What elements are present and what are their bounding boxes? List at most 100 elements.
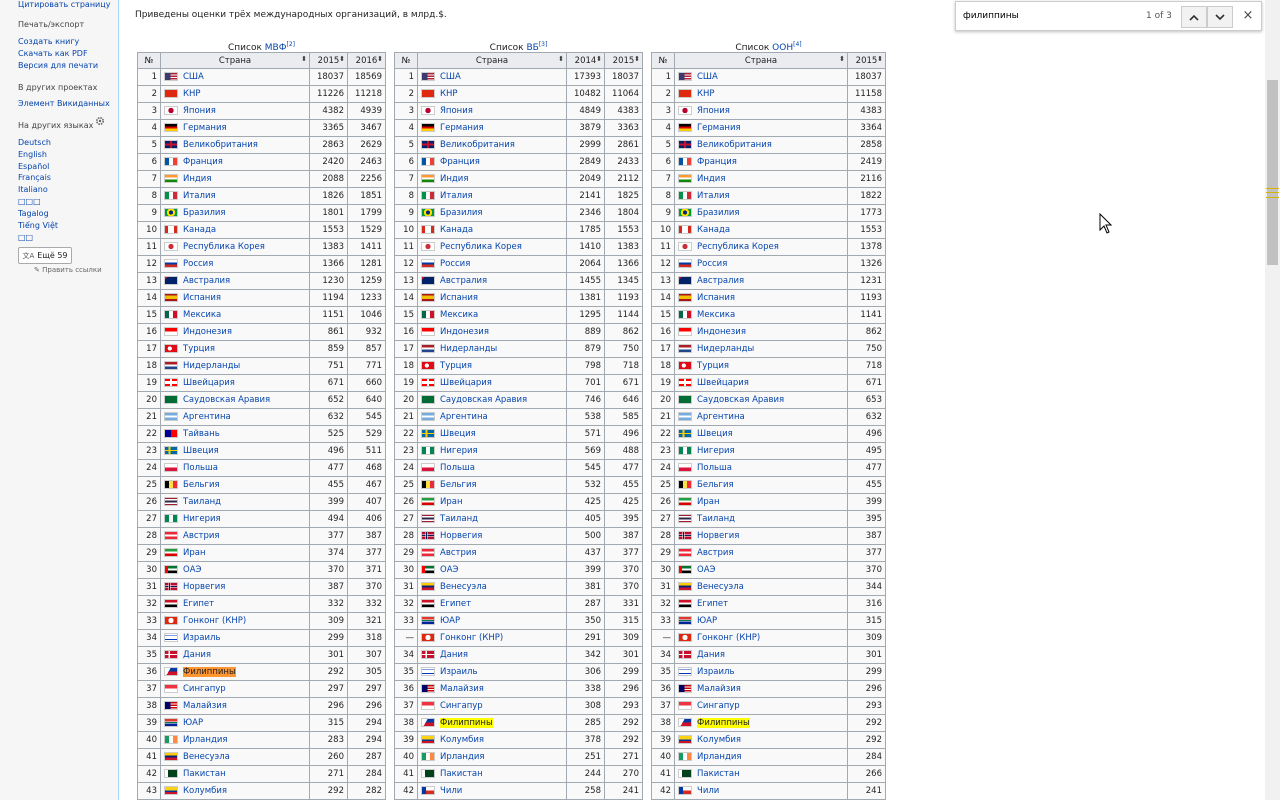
country-link[interactable]: Чили — [697, 786, 719, 796]
country-link[interactable]: Польша — [440, 463, 475, 473]
country-link[interactable]: Венесуэла — [183, 752, 230, 762]
country-link[interactable]: Бразилия — [183, 208, 226, 218]
country-link[interactable]: Нидерланды — [440, 344, 497, 354]
country-link[interactable]: Франция — [697, 157, 737, 167]
wikidata-link[interactable]: Элемент Викиданных — [18, 99, 110, 108]
country-link[interactable]: Бельгия — [440, 480, 477, 490]
country-link[interactable]: Филиппины — [697, 718, 750, 728]
country-link[interactable]: Австрия — [697, 548, 733, 558]
country-link[interactable]: Франция — [183, 157, 223, 167]
find-close-button[interactable]: × — [1240, 7, 1256, 23]
country-link[interactable]: Иран — [183, 548, 206, 558]
country-link[interactable]: Гонконг (КНР) — [697, 633, 760, 643]
country-link[interactable]: Польша — [697, 463, 732, 473]
country-link[interactable]: Италия — [183, 191, 216, 201]
country-link[interactable]: Гонконг (КНР) — [183, 616, 246, 626]
col-header-country[interactable]: Страна — [160, 52, 310, 69]
country-link[interactable]: Нидерланды — [183, 361, 240, 371]
country-link[interactable]: Египет — [183, 599, 214, 609]
caption-ref[interactable]: [3] — [539, 41, 548, 48]
country-link[interactable]: Малайзия — [697, 684, 741, 694]
country-link[interactable]: Филиппины — [183, 667, 236, 677]
country-link[interactable]: Австрия — [183, 531, 219, 541]
page-scrollbar[interactable] — [1265, 0, 1280, 800]
lang-link-de[interactable]: Deutsch — [18, 138, 51, 147]
country-link[interactable]: Ирландия — [440, 752, 484, 762]
country-link[interactable]: КНР — [440, 89, 458, 99]
country-link[interactable]: Япония — [697, 106, 730, 116]
caption-link-un[interactable]: ООН — [772, 43, 793, 53]
col-header-rank[interactable]: № — [394, 52, 418, 69]
country-link[interactable]: Канада — [440, 225, 473, 235]
country-link[interactable]: Нигерия — [440, 446, 478, 456]
country-link[interactable]: Филиппины — [440, 718, 493, 728]
col-header-year-b[interactable]: 2016 — [347, 52, 386, 69]
download-pdf-link[interactable]: Скачать как PDF — [18, 49, 88, 58]
country-link[interactable]: ЮАР — [440, 616, 460, 626]
country-link[interactable]: Израиль — [440, 667, 477, 677]
country-link[interactable]: США — [440, 72, 461, 82]
country-link[interactable]: Египет — [440, 599, 471, 609]
country-link[interactable]: Индия — [440, 174, 468, 184]
find-input[interactable] — [961, 6, 1140, 26]
country-link[interactable]: Республика Корея — [183, 242, 265, 252]
country-link[interactable]: Турция — [440, 361, 472, 371]
country-link[interactable]: ОАЭ — [697, 565, 715, 575]
lang-link-en[interactable]: English — [18, 150, 47, 159]
country-link[interactable]: США — [183, 72, 204, 82]
lang-link-tl[interactable]: Tagalog — [18, 209, 49, 218]
caption-link-imf[interactable]: МВФ — [265, 43, 287, 53]
country-link[interactable]: Россия — [183, 259, 213, 269]
country-link[interactable]: Нигерия — [183, 514, 221, 524]
country-link[interactable]: Саудовская Аравия — [697, 395, 784, 405]
create-book-link[interactable]: Создать книгу — [18, 37, 79, 46]
country-link[interactable]: Швеция — [697, 429, 733, 439]
country-link[interactable]: Норвегия — [183, 582, 225, 592]
country-link[interactable]: Республика Корея — [440, 242, 522, 252]
country-link[interactable]: КНР — [183, 89, 201, 99]
country-link[interactable]: Великобритания — [183, 140, 258, 150]
country-link[interactable]: Венесуэла — [697, 582, 744, 592]
country-link[interactable]: Норвегия — [440, 531, 482, 541]
country-link[interactable]: Малайзия — [183, 701, 227, 711]
country-link[interactable]: Ирландия — [183, 735, 227, 745]
country-link[interactable]: Сингапур — [440, 701, 483, 711]
country-link[interactable]: Аргентина — [697, 412, 745, 422]
country-link[interactable]: Германия — [440, 123, 484, 133]
country-link[interactable]: Австралия — [440, 276, 487, 286]
country-link[interactable]: Египет — [697, 599, 728, 609]
country-link[interactable]: ОАЭ — [440, 565, 458, 575]
col-header-country[interactable]: Страна — [417, 52, 567, 69]
country-link[interactable]: Чили — [440, 786, 462, 796]
country-link[interactable]: Индия — [697, 174, 725, 184]
cite-page-link[interactable]: Цитировать страницу — [18, 0, 110, 9]
gear-icon[interactable] — [95, 116, 105, 126]
country-link[interactable]: Норвегия — [697, 531, 739, 541]
caption-link-wb[interactable]: ВБ — [526, 43, 538, 53]
country-link[interactable]: Австрия — [440, 548, 476, 558]
lang-link-it[interactable]: Italiano — [18, 185, 48, 194]
country-link[interactable]: Пакистан — [183, 769, 226, 779]
more-languages-button[interactable]: 文A Ещё 59 — [18, 247, 72, 264]
country-link[interactable]: ЮАР — [183, 718, 203, 728]
country-link[interactable]: Канада — [183, 225, 216, 235]
country-link[interactable]: Нигерия — [697, 446, 735, 456]
country-link[interactable]: Аргентина — [440, 412, 488, 422]
lang-link-es[interactable]: Español — [18, 162, 49, 171]
country-link[interactable]: Польша — [183, 463, 218, 473]
caption-ref[interactable]: [4] — [793, 41, 802, 48]
country-link[interactable]: Франция — [440, 157, 480, 167]
country-link[interactable]: Индонезия — [183, 327, 232, 337]
col-header-rank[interactable]: № — [651, 52, 675, 69]
country-link[interactable]: Таиланд — [697, 514, 735, 524]
country-link[interactable]: Саудовская Аравия — [440, 395, 527, 405]
lang-link-fr[interactable]: Français — [18, 173, 51, 182]
country-link[interactable]: ЮАР — [697, 616, 717, 626]
country-link[interactable]: Гонконг (КНР) — [440, 633, 503, 643]
country-link[interactable]: Израиль — [183, 633, 220, 643]
country-link[interactable]: Саудовская Аравия — [183, 395, 270, 405]
country-link[interactable]: Колумбия — [440, 735, 484, 745]
country-link[interactable]: Россия — [440, 259, 470, 269]
country-link[interactable]: Швеция — [440, 429, 476, 439]
lang-link-vi[interactable]: Tiếng Việt — [18, 221, 58, 230]
